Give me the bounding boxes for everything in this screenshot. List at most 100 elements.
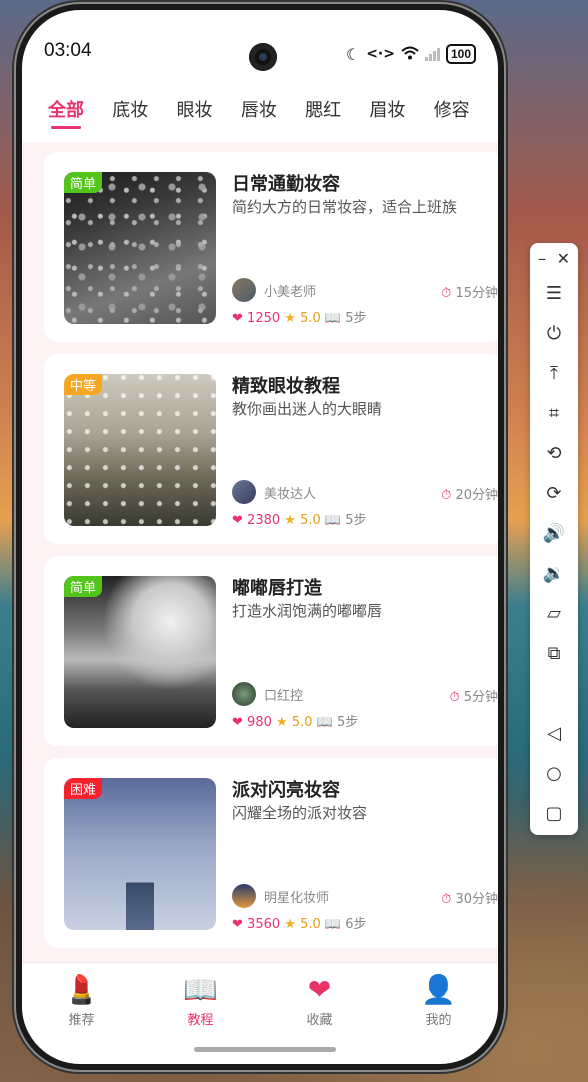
- card-title: 嘟嘟唇打造: [232, 578, 322, 599]
- tutorial-list: 简单 日常通勤妆容 简约大方的日常妆容，适合上班族 小美老师 ⏱ 15分钟 ❤ …: [22, 142, 498, 962]
- tab-eye[interactable]: 眼妆: [177, 92, 241, 142]
- card-description: 打造水润饱满的嘟嘟唇: [232, 602, 383, 620]
- tutorial-card[interactable]: 简单 日常通勤妆容 简约大方的日常妆容，适合上班族 小美老师 ⏱ 15分钟 ❤ …: [44, 152, 498, 342]
- card-stats: ❤ 1250 ★ 5.0 📖 5步: [232, 307, 367, 326]
- author: 美妆达人: [232, 480, 316, 504]
- user-icon: 👤: [421, 973, 456, 1006]
- author-name: 美妆达人: [264, 486, 317, 502]
- heart-icon: ❤: [307, 973, 332, 1006]
- card-title: 精致眼妆教程: [232, 376, 340, 397]
- card-title: 派对闪亮妆容: [232, 780, 340, 801]
- rotate-right-icon[interactable]: ⟳: [530, 473, 578, 513]
- status-icons: ☾ <·> 100: [346, 44, 476, 64]
- rotate-device-icon[interactable]: ▱: [530, 593, 578, 633]
- rating: 5.0: [300, 917, 321, 932]
- nav-recommend[interactable]: 💄 推荐: [22, 963, 141, 1032]
- duration-text: 30分钟: [455, 892, 498, 907]
- tutorial-card[interactable]: 简单 嘟嘟唇打造 打造水润饱满的嘟嘟唇 口红控 ⏱ 5分钟 ❤ 980 ★ 5.…: [44, 556, 498, 746]
- card-stats: ❤ 3560 ★ 5.0 📖 6步: [232, 913, 367, 932]
- volume-down-icon[interactable]: 🔉: [530, 553, 578, 593]
- book-icon: 📖: [324, 311, 342, 326]
- thumbnail-image: 简单: [64, 576, 216, 728]
- emulator-side-panel: – ✕ ☰ ⏻ ⤒ ⌗ ⟲ ⟳ 🔊 🔉 ▱ ⧉ ◁ ○ ▢: [530, 243, 578, 835]
- tab-foundation[interactable]: 底妆: [112, 92, 176, 142]
- tab-contour[interactable]: 修容: [434, 92, 498, 142]
- difficulty-badge: 困难: [64, 778, 103, 799]
- star-icon: ★: [276, 715, 288, 730]
- avatar: [232, 480, 256, 504]
- nav-label: 收藏: [306, 1013, 333, 1028]
- rating: 5.0: [300, 513, 321, 528]
- heart-icon: ❤: [232, 311, 243, 326]
- duration: ⏱ 5分钟: [449, 686, 498, 705]
- rotate-left-icon[interactable]: ⟲: [530, 433, 578, 473]
- author-name: 明星化妆师: [264, 890, 330, 906]
- heart-icon: ❤: [232, 715, 243, 730]
- difficulty-badge: 中等: [64, 374, 103, 395]
- app-screen: 03:04 ☾ <·> 100 全部 底妆 眼妆 唇妆 腮红 眉妆 修容 简单 …: [22, 10, 498, 1064]
- thumbnail-image: 困难: [64, 778, 216, 930]
- steps-count: 5步: [336, 715, 359, 730]
- duration-text: 5分钟: [463, 690, 498, 705]
- nav-favorites[interactable]: ❤ 收藏: [260, 963, 379, 1032]
- steps-count: 5步: [345, 513, 367, 528]
- screenshot-icon[interactable]: ⧉: [530, 633, 578, 673]
- tab-all[interactable]: 全部: [48, 92, 112, 142]
- timer-icon: ⏱: [449, 690, 460, 705]
- upload-icon[interactable]: ⤒: [530, 353, 578, 393]
- home-indicator[interactable]: [194, 1047, 336, 1052]
- rating: 5.0: [291, 715, 313, 730]
- duration: ⏱ 15分钟: [441, 282, 498, 301]
- phone-frame: 03:04 ☾ <·> 100 全部 底妆 眼妆 唇妆 腮红 眉妆 修容 简单 …: [16, 4, 504, 1070]
- author-name: 小美老师: [264, 284, 317, 300]
- author-name: 口红控: [264, 688, 304, 704]
- avatar: [232, 884, 256, 908]
- card-title: 日常通勤妆容: [232, 174, 340, 195]
- recents-icon[interactable]: ▢: [530, 793, 578, 833]
- tab-blush[interactable]: 腮红: [305, 92, 369, 142]
- power-icon[interactable]: ⏻: [530, 313, 578, 353]
- nav-label: 推荐: [68, 1013, 95, 1028]
- card-description: 简约大方的日常妆容，适合上班族: [232, 198, 458, 216]
- front-camera: [249, 43, 277, 71]
- code-icon: <·>: [366, 46, 395, 62]
- nav-profile[interactable]: 👤 我的: [379, 963, 498, 1032]
- close-icon[interactable]: ✕: [557, 249, 570, 273]
- card-stats: ❤ 980 ★ 5.0 📖 5步: [232, 711, 358, 730]
- steps-count: 5步: [345, 311, 367, 326]
- thumbnail-image: 中等: [64, 374, 216, 526]
- book-icon: 📖: [183, 973, 218, 1006]
- heart-icon: ❤: [232, 513, 243, 528]
- menu-icon[interactable]: ☰: [530, 273, 578, 313]
- author: 明星化妆师: [232, 884, 329, 908]
- likes-count: 3560: [247, 917, 281, 932]
- status-bar: 03:04 ☾ <·> 100: [22, 10, 498, 71]
- difficulty-badge: 简单: [64, 172, 103, 193]
- book-icon: 📖: [316, 715, 333, 730]
- home-icon[interactable]: ○: [530, 753, 578, 793]
- star-icon: ★: [284, 311, 296, 326]
- timer-icon: ⏱: [441, 892, 452, 907]
- tab-lip[interactable]: 唇妆: [241, 92, 305, 142]
- lipstick-icon: 💄: [64, 973, 99, 1006]
- star-icon: ★: [284, 917, 296, 932]
- card-description: 闪耀全场的派对妆容: [232, 804, 368, 822]
- nav-tutorials[interactable]: 📖 教程: [141, 963, 260, 1032]
- tutorial-card[interactable]: 困难 派对闪亮妆容 闪耀全场的派对妆容 明星化妆师 ⏱ 30分钟 ❤ 3560 …: [44, 758, 498, 948]
- tutorial-card[interactable]: 中等 精致眼妆教程 教你画出迷人的大眼睛 美妆达人 ⏱ 20分钟 ❤ 2380 …: [44, 354, 498, 544]
- volume-up-icon[interactable]: 🔊: [530, 513, 578, 553]
- author: 小美老师: [232, 278, 316, 302]
- back-icon[interactable]: ◁: [530, 713, 578, 753]
- minimize-icon[interactable]: –: [538, 249, 546, 273]
- nav-label: 我的: [425, 1013, 452, 1028]
- star-icon: ★: [284, 513, 296, 528]
- heart-icon: ❤: [232, 917, 243, 932]
- crop-icon[interactable]: ⌗: [530, 393, 578, 433]
- tab-brow[interactable]: 眉妆: [369, 92, 433, 142]
- timer-icon: ⏱: [441, 286, 452, 301]
- moon-icon: ☾: [345, 44, 361, 64]
- avatar: [232, 278, 256, 302]
- category-tabs: 全部 底妆 眼妆 唇妆 腮红 眉妆 修容: [22, 92, 498, 142]
- steps-count: 6步: [345, 917, 367, 932]
